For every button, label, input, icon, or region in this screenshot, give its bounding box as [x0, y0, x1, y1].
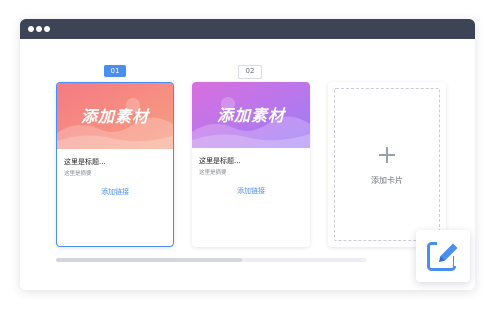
- window-dot-icon[interactable]: [36, 26, 42, 32]
- add-card-dropzone[interactable]: 添加卡片: [334, 88, 440, 241]
- horizontal-scrollbar[interactable]: [56, 258, 366, 262]
- card-banner: 添加素材: [192, 82, 310, 148]
- app-window: 01 02 添加素材 这里是标题... 这里是摘要 添加链接 添加素材 这里是标…: [20, 19, 475, 290]
- card-banner: 添加素材: [57, 83, 173, 149]
- add-link-button[interactable]: 添加链接: [57, 187, 173, 197]
- edit-button[interactable]: [416, 230, 470, 282]
- card-summary: 这里是摘要: [64, 171, 92, 177]
- add-card-label: 添加卡片: [371, 176, 403, 185]
- material-card[interactable]: 添加素材 这里是标题... 这里是摘要 添加链接: [192, 82, 310, 247]
- banner-title: 添加素材: [216, 106, 285, 125]
- card-index-tag[interactable]: 02: [238, 65, 262, 79]
- card-index-tag[interactable]: 01: [104, 65, 126, 77]
- add-card-button[interactable]: 添加卡片: [328, 82, 446, 247]
- window-dot-icon[interactable]: [44, 26, 50, 32]
- scrollbar-thumb[interactable]: [56, 258, 242, 262]
- window-dot-icon[interactable]: [28, 26, 34, 32]
- card-title: 这里是标题...: [199, 157, 241, 165]
- banner-title: 添加素材: [80, 107, 149, 126]
- window-titlebar: [20, 19, 475, 39]
- material-card[interactable]: 添加素材 这里是标题... 这里是摘要 添加链接: [56, 82, 174, 247]
- card-summary: 这里是摘要: [199, 170, 227, 176]
- add-link-button[interactable]: 添加链接: [192, 186, 310, 196]
- card-title: 这里是标题...: [64, 158, 106, 166]
- plus-icon: [379, 147, 395, 163]
- edit-pencil-icon: [427, 240, 460, 271]
